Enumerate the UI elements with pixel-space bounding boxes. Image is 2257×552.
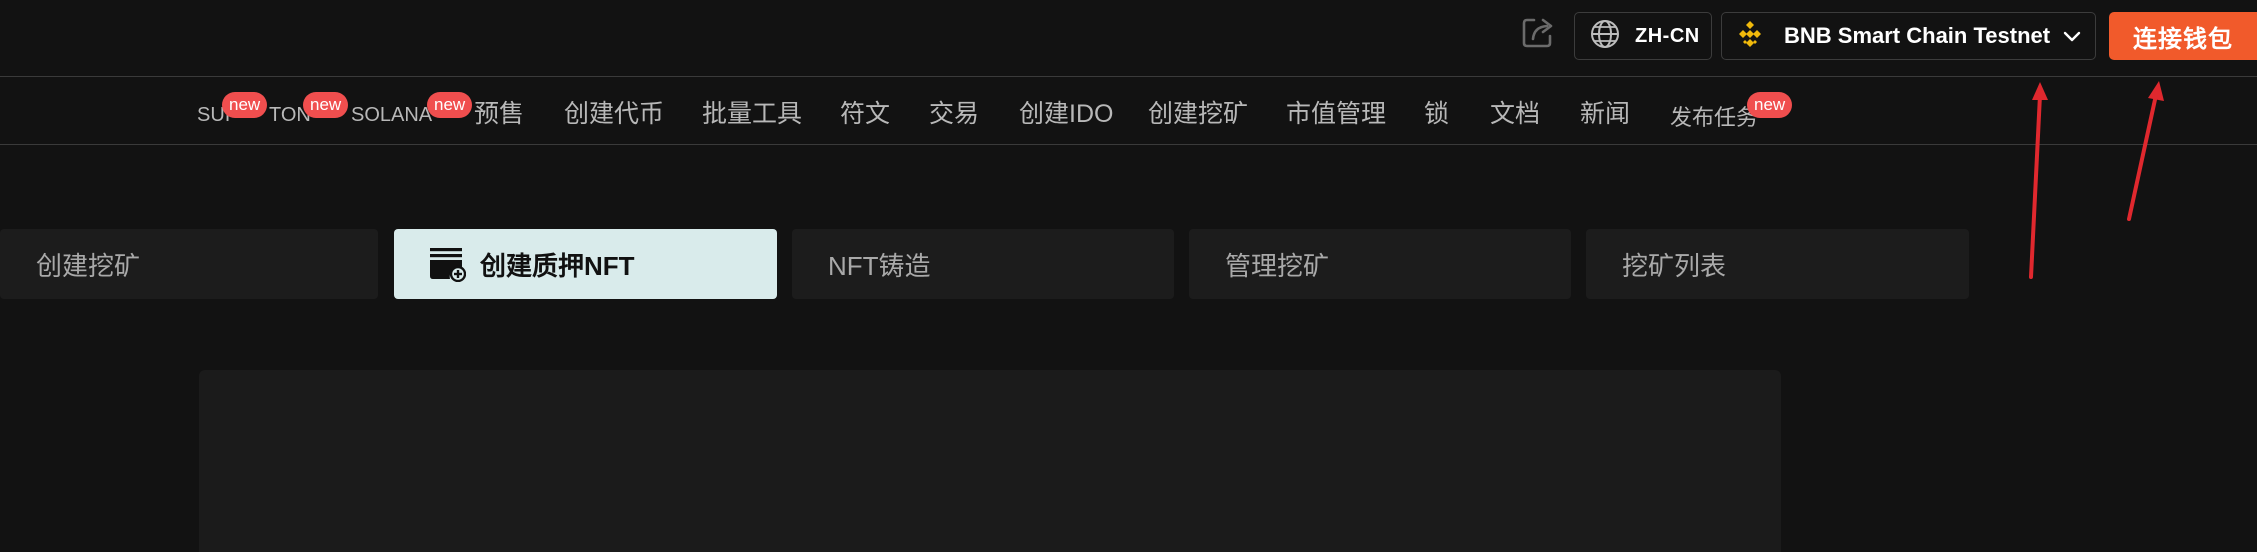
nav-item-ton[interactable]: TON (269, 82, 311, 149)
nav-item-label: 符文 (840, 99, 891, 128)
new-badge: new (222, 92, 268, 118)
nav-item-label: SOLANA (351, 104, 433, 126)
nav-item-label: 发布任务 (1670, 104, 1759, 130)
network-label: BNB Smart Chain Testnet (1784, 23, 2051, 48)
new-badge: new (427, 92, 473, 118)
main-nav: SUI new TON new SOLANA new 预售 创建代币 批量工具 … (0, 78, 2257, 145)
nav-item-batch-tools[interactable]: 批量工具 (702, 78, 802, 145)
nav-item-label: 新闻 (1580, 99, 1631, 128)
new-badge: new (1747, 92, 1793, 118)
nav-item-label: 创建代币 (564, 99, 665, 128)
bnb-logo-icon (1734, 18, 1766, 55)
nav-item-label: 预售 (474, 99, 525, 128)
nav-item-label: 市值管理 (1286, 99, 1387, 128)
nav-item-label: 创建IDO (1019, 99, 1114, 128)
nav-item-label: 批量工具 (702, 99, 803, 128)
top-bar: ZH-CN BNB Smart Chain Testnet 连接钱包 (0, 0, 2257, 77)
tab-label: 挖矿列表 (1622, 250, 1727, 281)
content-panel (199, 370, 1781, 552)
tab-create-staking-nft[interactable]: 创建质押NFT (394, 229, 777, 299)
nav-item-create-mining[interactable]: 创建挖矿 (1148, 78, 1248, 145)
tab-mining-list[interactable]: 挖矿列表 (1586, 229, 1969, 299)
share-button[interactable] (1516, 12, 1560, 56)
nav-item-label: 文档 (1490, 99, 1541, 128)
nav-item-label: 交易 (929, 99, 980, 128)
tab-label: 创建质押NFT (480, 250, 635, 281)
chevron-down-icon (2061, 26, 2083, 53)
tab-label: 管理挖矿 (1225, 250, 1330, 281)
nav-item-runes[interactable]: 符文 (840, 78, 890, 145)
tab-create-mining[interactable]: 创建挖矿 (0, 229, 378, 299)
globe-icon (1589, 18, 1621, 55)
connect-wallet-button[interactable]: 连接钱包 (2109, 12, 2257, 60)
network-selector[interactable]: BNB Smart Chain Testnet (1721, 12, 2096, 60)
nav-item-sui[interactable]: SUI (197, 82, 230, 149)
language-selector[interactable]: ZH-CN (1574, 12, 1712, 60)
nav-item-market-cap[interactable]: 市值管理 (1286, 78, 1386, 145)
tab-nft-mint[interactable]: NFT铸造 (792, 229, 1174, 299)
nav-item-label: 创建挖矿 (1148, 99, 1249, 128)
nav-item-label: 锁 (1424, 99, 1450, 128)
nav-item-news[interactable]: 新闻 (1580, 78, 1630, 145)
nav-item-presale[interactable]: 预售 (474, 78, 524, 145)
tab-label: NFT铸造 (828, 250, 931, 281)
nav-item-create-token[interactable]: 创建代币 (564, 78, 664, 145)
nav-item-publish-task[interactable]: 发布任务 (1670, 82, 1758, 149)
tab-manage-mining[interactable]: 管理挖矿 (1189, 229, 1571, 299)
nav-item-create-ido[interactable]: 创建IDO (1019, 78, 1113, 145)
tab-label: 创建挖矿 (36, 250, 141, 281)
share-icon (1520, 14, 1556, 55)
language-label: ZH-CN (1635, 24, 1700, 47)
new-badge: new (303, 92, 349, 118)
nav-item-solana[interactable]: SOLANA (351, 82, 432, 149)
stack-add-icon (428, 246, 466, 282)
nav-item-lock[interactable]: 锁 (1424, 78, 1449, 145)
nav-item-docs[interactable]: 文档 (1490, 78, 1540, 145)
nav-item-trade[interactable]: 交易 (929, 78, 979, 145)
